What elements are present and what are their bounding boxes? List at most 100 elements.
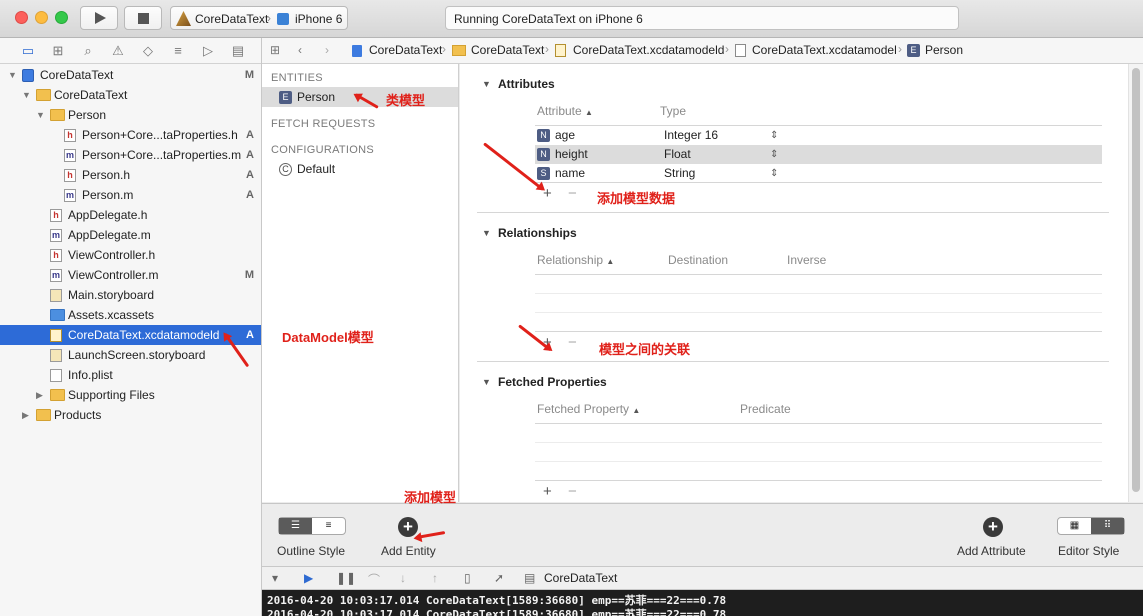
navigator-item[interactable]: h ViewController.h [0,245,261,265]
disclosure-open-icon[interactable]: ▼ [36,105,46,125]
attribute-row[interactable]: Nheight Float ⇕ [535,145,1102,164]
disclosure-closed-icon[interactable]: ▶ [22,405,32,425]
attribute-row[interactable]: Sname String ⇕ [535,164,1102,183]
navigator-item[interactable]: ▼ CoreDataText [0,85,261,105]
navigator-item[interactable]: ▼ Person [0,105,261,125]
step-into-icon[interactable]: ↓ [400,571,406,585]
breadcrumb-project[interactable]: CoreDataText [369,43,442,57]
assets-folder-icon [50,309,65,321]
outline-style-icon[interactable]: ≡ [312,518,345,534]
attribute-name[interactable]: name [555,164,585,183]
related-items-icon[interactable]: ⊞ [270,43,280,57]
editor-style-label: Editor Style [1058,544,1120,558]
close-window-button[interactable] [15,11,28,24]
navigator-item-label: AppDelegate.m [68,228,151,242]
scm-status-badge: A [246,149,254,161]
remove-attribute-minus[interactable]: − [568,185,577,202]
disclosure-open-icon[interactable]: ▼ [482,228,491,238]
attribute-column-header[interactable]: Attribute ▲ [537,104,593,118]
inverse-column-header[interactable]: Inverse [787,253,826,267]
attribute-row[interactable]: Nage Integer 16 ⇕ [535,126,1102,145]
step-over-icon[interactable]: ⌒ [368,571,380,588]
attribute-type[interactable]: Integer 16 [664,126,718,145]
chevron-right-icon: › [898,42,902,56]
navigator-item[interactable]: m AppDelegate.m [0,225,261,245]
zoom-window-button[interactable] [55,11,68,24]
scm-status-badge: A [246,169,254,181]
navigator-item[interactable]: m Person.m A [0,185,261,205]
configuration-default[interactable]: C Default [262,159,458,179]
add-attribute-button[interactable]: + [983,517,1003,537]
outline-style-control[interactable]: ☰ ≡ [278,517,346,535]
report-icon[interactable]: ▤ [230,43,246,59]
scm-status-badge: M [244,269,254,281]
type-column-header[interactable]: Type [660,104,686,118]
navigator-item[interactable]: LaunchScreen.storyboard [0,345,261,365]
disclosure-open-icon[interactable]: ▼ [482,377,491,387]
scroll-thumb[interactable] [1132,68,1140,492]
navigator-item[interactable]: h Person.h A [0,165,261,185]
destination-column-header[interactable]: Destination [668,253,728,267]
scheme-selector[interactable]: CoreDataText › iPhone 6 [170,6,348,30]
navigator-item[interactable]: h AppDelegate.h [0,205,261,225]
breadcrumb-group[interactable]: CoreDataText [471,43,544,57]
navigator-item[interactable]: Info.plist [0,365,261,385]
navigator-item[interactable]: m ViewController.m M [0,265,261,285]
play-icon [95,12,106,24]
attribute-name[interactable]: height [555,145,588,164]
list-style-icon[interactable]: ☰ [279,518,312,534]
warning-icon[interactable]: ⚠ [110,43,126,59]
search-icon[interactable]: ⌕ [80,43,96,59]
attribute-type[interactable]: String [664,164,695,183]
type-popup-chevron-icon[interactable]: ⇕ [770,164,778,183]
table-style-icon[interactable]: ▦ [1058,518,1091,534]
back-arrow-icon[interactable]: ‹ [298,43,302,57]
remove-fetched-property-minus[interactable]: − [568,483,577,500]
breadcrumb-datamodeld[interactable]: CoreDataText.xcdatamodeld [573,43,724,57]
attribute-name[interactable]: age [555,126,575,145]
step-out-icon[interactable]: ↑ [432,571,438,585]
run-button[interactable] [80,6,118,30]
graph-style-icon[interactable]: ⠿ [1091,518,1124,534]
attribute-type[interactable]: Float [664,145,691,164]
navigator-tabs: ▭ ⊞ ⌕ ⚠ ◇ ≡ ▷ ▤ [0,38,261,64]
disclosure-open-icon[interactable]: ▼ [482,79,491,89]
location-icon[interactable]: ➚ [494,571,504,585]
navigator-item[interactable]: m Person+Core...taProperties.m A [0,145,261,165]
pause-icon[interactable]: ❚❚ [336,571,356,585]
navigator-item[interactable]: ▶ Products [0,405,261,425]
forward-arrow-icon[interactable]: › [325,43,329,57]
predicate-column-header[interactable]: Predicate [740,402,791,416]
view-debugger-icon[interactable]: ▯ [464,571,471,585]
detail-scrollbar[interactable] [1128,64,1143,502]
debug-navigator-icon[interactable]: ≡ [170,43,186,59]
disclosure-open-icon[interactable]: ▼ [22,85,32,105]
breakpoints-toggle-icon[interactable]: ▶ [304,571,313,585]
add-fetched-property-plus[interactable]: + [543,483,552,500]
relationship-column-header[interactable]: Relationship ▲ [537,253,614,267]
minimize-window-button[interactable] [35,11,48,24]
navigator-item[interactable]: ▼ CoreDataText M [0,65,261,85]
navigator-item[interactable]: ▶ Supporting Files [0,385,261,405]
breadcrumb-entity[interactable]: Person [925,43,963,57]
editor-style-control[interactable]: ▦ ⠿ [1057,517,1125,535]
fetched-property-column-header[interactable]: Fetched Property ▲ [537,402,640,416]
type-popup-chevron-icon[interactable]: ⇕ [770,126,778,145]
folder-icon[interactable]: ▭ [20,43,36,59]
fetched-properties-title: Fetched Properties [498,375,607,389]
stop-button[interactable] [124,6,162,30]
navigator-item[interactable]: h Person+Core...taProperties.h A [0,125,261,145]
type-popup-chevron-icon[interactable]: ⇕ [770,145,778,164]
navigator-item[interactable]: Assets.xcassets [0,305,261,325]
remove-relationship-minus[interactable]: − [568,334,577,351]
disclosure-closed-icon[interactable]: ▶ [36,385,46,405]
console-output[interactable]: 2016-04-20 10:03:17.014 CoreDataText[158… [262,590,1143,616]
breakpoint-icon[interactable]: ▷ [200,43,216,59]
jump-bar: ⊞ ‹ › CoreDataText › CoreDataText › Core… [262,38,1143,64]
breadcrumb-datamodel[interactable]: CoreDataText.xcdatamodel [752,43,897,57]
disclosure-open-icon[interactable]: ▼ [8,65,18,85]
test-diamond-icon[interactable]: ◇ [140,43,156,59]
navigator-item[interactable]: Main.storyboard [0,285,261,305]
symbol-navigator-icon[interactable]: ⊞ [50,43,66,59]
hide-debug-area-icon[interactable]: ▾ [272,571,278,585]
